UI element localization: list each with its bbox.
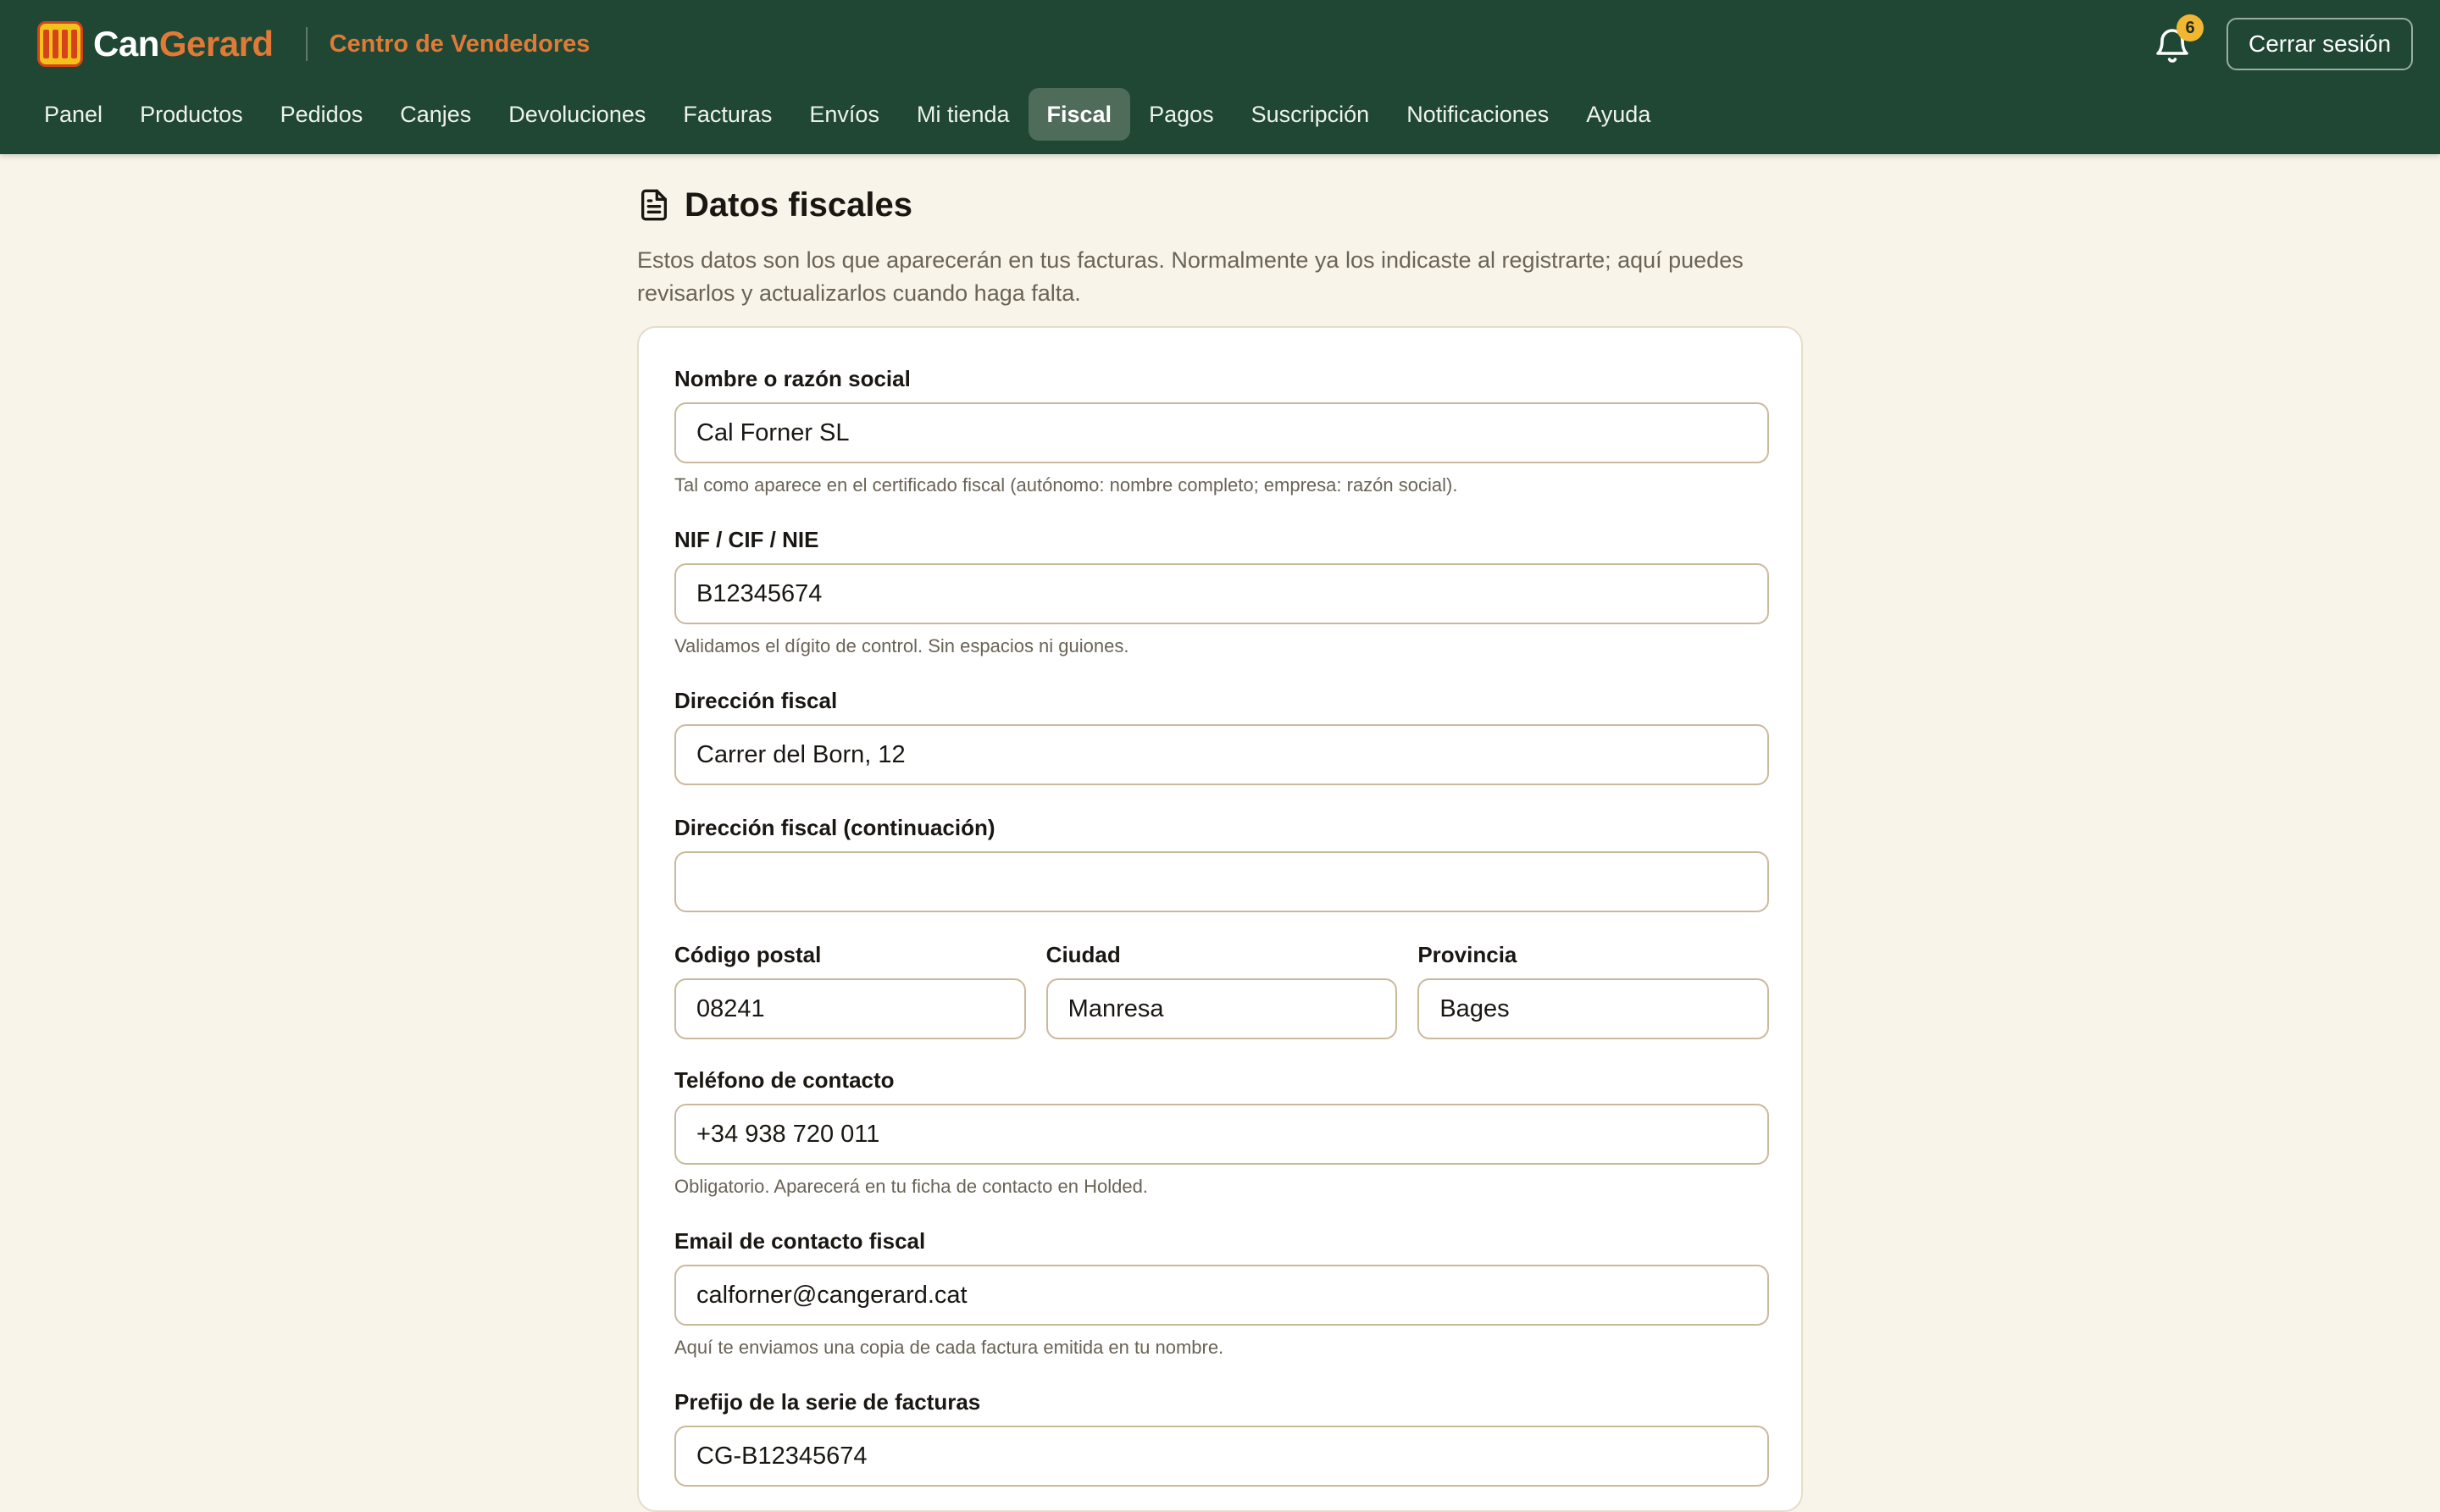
field-address2: Dirección fiscal (continuación) <box>674 814 1769 912</box>
nif-label: NIF / CIF / NIE <box>674 527 819 552</box>
brand[interactable]: CanGerard Centro de Vendedores <box>37 20 590 68</box>
nav-item-productos[interactable]: Productos <box>121 88 262 141</box>
address-input[interactable] <box>674 724 1769 785</box>
invoice-prefix-input[interactable] <box>674 1426 1769 1487</box>
phone-hint: Obligatorio. Aparecerá en tu ficha de co… <box>674 1176 1148 1197</box>
phone-input[interactable] <box>674 1104 1769 1165</box>
brand-name-can: Can <box>93 24 159 64</box>
nav-item-pedidos[interactable]: Pedidos <box>262 88 382 141</box>
nif-hint: Validamos el dígito de control. Sin espa… <box>674 635 1129 656</box>
field-invoice-prefix: Prefijo de la serie de facturas <box>674 1388 1769 1487</box>
field-phone: Teléfono de contacto Obligatorio. Aparec… <box>674 1066 1769 1199</box>
address2-label: Dirección fiscal (continuación) <box>674 815 995 840</box>
field-city: Ciudad <box>1045 941 1398 1039</box>
brand-divider <box>305 27 308 61</box>
nav-item-facturas[interactable]: Facturas <box>664 88 790 141</box>
field-nif: NIF / CIF / NIE Validamos el dígito de c… <box>674 526 1769 658</box>
address-label: Dirección fiscal <box>674 688 838 713</box>
notification-badge: 6 <box>2177 14 2204 42</box>
field-province: Provincia <box>1417 941 1770 1039</box>
invoice-prefix-label: Prefijo de la serie de facturas <box>674 1389 981 1415</box>
nav-item-suscripcion[interactable]: Suscripción <box>1233 88 1389 141</box>
location-row: Código postal Ciudad Provincia <box>674 941 1770 1039</box>
nav-item-mi-tienda[interactable]: Mi tienda <box>898 88 1029 141</box>
field-postal-code: Código postal <box>674 941 1026 1039</box>
logo-icon <box>37 21 83 67</box>
field-address: Dirección fiscal <box>674 687 1769 785</box>
page-description: Estos datos son los que aparecerán en tu… <box>637 247 1744 306</box>
nav-item-pagos[interactable]: Pagos <box>1130 88 1233 141</box>
brand-subtitle: Centro de Vendedores <box>329 30 591 58</box>
field-email: Email de contacto fiscal Aquí te enviamo… <box>674 1227 1769 1360</box>
email-input[interactable] <box>674 1265 1769 1326</box>
nif-input[interactable] <box>674 563 1769 624</box>
nav-item-ayuda[interactable]: Ayuda <box>1567 88 1669 141</box>
top-bar: CanGerard Centro de Vendedores 6 Cerrar … <box>0 0 2440 154</box>
name-label: Nombre o razón social <box>674 366 911 391</box>
phone-label: Teléfono de contacto <box>674 1067 895 1093</box>
name-hint: Tal como aparece en el certificado fisca… <box>674 474 1458 496</box>
name-input[interactable] <box>674 402 1769 463</box>
field-name: Nombre o razón social Tal como aparece e… <box>674 365 1769 497</box>
document-icon <box>641 189 667 221</box>
brand-name: CanGerard <box>93 24 274 64</box>
province-label: Provincia <box>1417 942 1517 967</box>
postal-code-input[interactable] <box>674 978 1026 1039</box>
email-label: Email de contacto fiscal <box>674 1228 926 1254</box>
city-label: Ciudad <box>1045 942 1121 967</box>
address2-input[interactable] <box>674 851 1769 912</box>
province-input[interactable] <box>1417 978 1770 1039</box>
postal-code-label: Código postal <box>674 942 822 967</box>
city-input[interactable] <box>1045 978 1398 1039</box>
nav-item-notificaciones[interactable]: Notificaciones <box>1388 88 1567 141</box>
page-title: Datos fiscales <box>685 186 913 224</box>
nav-item-fiscal[interactable]: Fiscal <box>1028 88 1131 141</box>
nav-item-panel[interactable]: Panel <box>25 88 121 141</box>
email-hint: Aquí te enviamos una copia de cada factu… <box>674 1337 1224 1358</box>
main-nav: Panel Productos Pedidos Canjes Devolucio… <box>25 88 1669 141</box>
nav-item-envios[interactable]: Envíos <box>790 88 898 141</box>
fiscal-form-card: Nombre o razón social Tal como aparece e… <box>637 326 1803 1512</box>
nav-item-devoluciones[interactable]: Devoluciones <box>490 88 664 141</box>
page-header: Datos fiscales Estos datos son los que a… <box>637 181 1803 310</box>
brand-name-gerard: Gerard <box>158 24 274 64</box>
title-row: Datos fiscales <box>637 181 1803 229</box>
nav-item-canjes[interactable]: Canjes <box>381 88 490 141</box>
logout-button[interactable]: Cerrar sesión <box>2226 18 2413 70</box>
